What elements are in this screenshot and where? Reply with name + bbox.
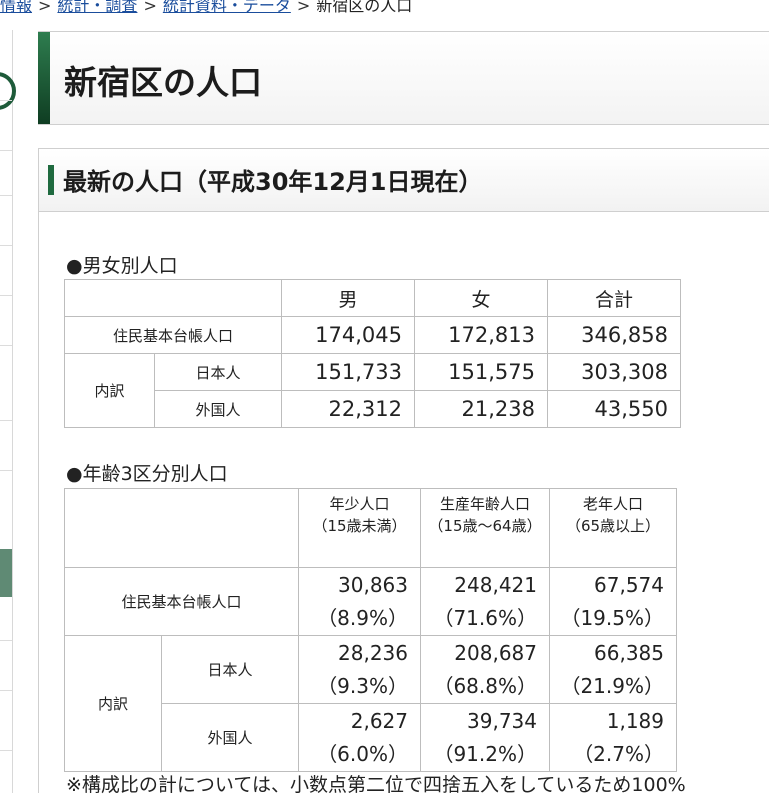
- table-corner-cell: [64, 488, 299, 568]
- breadcrumb-separator: >: [143, 0, 157, 15]
- cell-ratio: （2.7%）: [573, 742, 664, 766]
- cell-ratio: （19.5%）: [560, 606, 664, 630]
- age-population-table: 年少人口 （15歳未満） 生産年齢人口 （15歳～64歳） 老年人口 （65歳以上） …: [64, 488, 677, 772]
- cell-ratio: （71.6%）: [433, 606, 537, 630]
- table-cell: 303,308: [547, 353, 681, 391]
- table-cell: 30,863 （8.9%）: [298, 567, 421, 636]
- cell-value: 248,421: [454, 573, 537, 597]
- table-cell: 28,236 （9.3%）: [298, 635, 421, 704]
- cell-ratio: （9.3%）: [317, 674, 408, 698]
- left-sidebar: [0, 30, 16, 793]
- cell-value: 208,687: [454, 641, 537, 665]
- table-cell: 172,813: [414, 316, 548, 354]
- cell-ratio: （6.0%）: [317, 742, 408, 766]
- table-cell: 39,734 （91.2%）: [420, 703, 550, 772]
- table-cell: 2,627 （6.0%）: [298, 703, 421, 772]
- cell-ratio: （91.2%）: [433, 742, 537, 766]
- cell-value: 28,236: [338, 641, 408, 665]
- sidebar-divider: [0, 195, 12, 196]
- col-header-male: 男: [281, 279, 415, 317]
- col-header-young-sub: （15歳未満）: [312, 517, 407, 535]
- table-row: 住民基本台帳人口 30,863 （8.9%） 248,421 （71.6%） 67,…: [64, 567, 677, 636]
- sidebar-divider: [0, 245, 12, 246]
- cell-value: 1,189: [606, 709, 664, 733]
- row-label-japanese: 日本人: [154, 353, 282, 391]
- breadcrumb-separator: >: [296, 0, 311, 15]
- col-header-working-title: 生産年齢人口: [439, 495, 530, 513]
- table-cell: 22,312: [281, 390, 415, 428]
- table-row: 外国人 22,312 21,238 43,550: [65, 390, 681, 428]
- row-label-breakdown: 内訳: [64, 635, 162, 772]
- breadcrumb-link-info[interactable]: 情報: [0, 0, 32, 15]
- table-cell: 1,189 （2.7%）: [549, 703, 677, 772]
- table-row: 内訳 日本人 28,236 （9.3%） 208,687 （68.8%） 66,38…: [64, 635, 677, 772]
- breadcrumb-separator: >: [38, 0, 52, 15]
- col-header-young-title: 年少人口: [329, 495, 390, 513]
- cell-ratio: （8.9%）: [317, 606, 408, 630]
- cell-ratio: （21.9%）: [560, 674, 664, 698]
- cell-value: 66,385: [594, 641, 664, 665]
- col-header-working-sub: （15歳～64歳）: [428, 517, 542, 535]
- table-cell: 208,687 （68.8%）: [420, 635, 550, 704]
- sidebar-circle-icon[interactable]: [0, 72, 16, 110]
- table-cell: 21,238: [414, 390, 548, 428]
- table-cell: 346,858: [547, 316, 681, 354]
- table-cell: 174,045: [281, 316, 415, 354]
- row-label-registered: 住民基本台帳人口: [64, 316, 282, 354]
- row-label-registered: 住民基本台帳人口: [64, 567, 299, 636]
- sidebar-item-active[interactable]: [0, 549, 12, 597]
- sidebar-divider: [0, 640, 12, 641]
- title-accent-bar: [38, 32, 50, 124]
- breadcrumb-current: 新宿区の人口: [316, 0, 413, 15]
- sidebar-divider: [0, 470, 12, 471]
- sidebar-divider: [0, 295, 12, 296]
- col-header-elderly: 老年人口 （65歳以上）: [549, 488, 677, 568]
- col-header-elderly-sub: （65歳以上）: [565, 517, 661, 535]
- page-title-box: 新宿区の人口: [38, 31, 769, 125]
- table-cell: 66,385 （21.9%）: [549, 635, 677, 704]
- col-header-female: 女: [414, 279, 548, 317]
- table-corner-cell: [64, 279, 282, 317]
- cell-value: 67,574: [594, 573, 664, 597]
- sidebar-divider: [0, 100, 12, 101]
- row-label-breakdown: 内訳: [64, 353, 155, 428]
- table-cell: 43,550: [547, 390, 681, 428]
- table-row: 住民基本台帳人口 174,045 172,813 346,858: [64, 316, 681, 354]
- sidebar-divider: [0, 345, 12, 346]
- cell-value: 30,863: [338, 573, 408, 597]
- row-label-japanese: 日本人: [161, 635, 299, 704]
- sidebar-divider: [0, 150, 12, 151]
- sidebar-divider: [0, 420, 12, 421]
- breadcrumb: 情報 > 統計・調査 > 統計資料・データ > 新宿区の人口: [0, 0, 413, 15]
- col-header-working: 生産年齢人口 （15歳～64歳）: [420, 488, 550, 568]
- page-title: 新宿区の人口: [64, 63, 262, 102]
- gender-population-table: 男 女 合計 住民基本台帳人口 174,045 172,813 346,858 …: [64, 279, 681, 428]
- section-title: 最新の人口（平成30年12月1日現在）: [63, 168, 483, 196]
- sidebar-divider: [0, 750, 12, 751]
- sidebar-divider: [0, 690, 12, 691]
- col-header-young: 年少人口 （15歳未満）: [298, 488, 421, 568]
- cell-value: 39,734: [467, 709, 537, 733]
- cell-ratio: （68.8%）: [433, 674, 537, 698]
- table-cell: 248,421 （71.6%）: [420, 567, 550, 636]
- col-header-elderly-title: 老年人口: [582, 495, 643, 513]
- table-cell: 151,733: [281, 353, 415, 391]
- table-cell: 151,575: [414, 353, 548, 391]
- gender-table-heading: ●男女別人口: [66, 255, 178, 277]
- cell-value: 2,627: [350, 709, 408, 733]
- table-cell: 67,574 （19.5%）: [549, 567, 677, 636]
- content-border: [38, 210, 39, 793]
- col-header-total: 合計: [547, 279, 681, 317]
- row-label-foreign: 外国人: [161, 703, 299, 772]
- row-label-foreign: 外国人: [154, 390, 282, 428]
- section-accent-bar: [48, 165, 54, 195]
- breadcrumb-link-stats-survey[interactable]: 統計・調査: [57, 0, 137, 15]
- section-header: 最新の人口（平成30年12月1日現在）: [38, 148, 769, 212]
- age-table-heading: ●年齢3区分別人口: [66, 463, 228, 485]
- breadcrumb-link-stats-data[interactable]: 統計資料・データ: [163, 0, 291, 15]
- table-row: 内訳 日本人 151,733 151,575 303,308: [64, 353, 681, 428]
